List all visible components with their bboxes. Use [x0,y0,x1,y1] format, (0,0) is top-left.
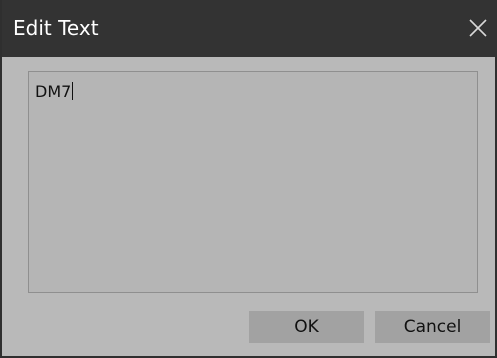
text-input-value: DM7 [35,82,72,101]
text-input[interactable]: DM7 [28,71,478,293]
dialog-titlebar: Edit Text [2,0,497,57]
text-cursor [72,82,74,100]
edit-text-dialog: Edit Text DM7 OK Cancel [0,0,497,358]
ok-button[interactable]: OK [249,311,364,343]
cancel-button[interactable]: Cancel [375,311,490,343]
close-icon [469,19,487,37]
dialog-title: Edit Text [13,16,99,40]
close-button[interactable] [462,11,494,45]
